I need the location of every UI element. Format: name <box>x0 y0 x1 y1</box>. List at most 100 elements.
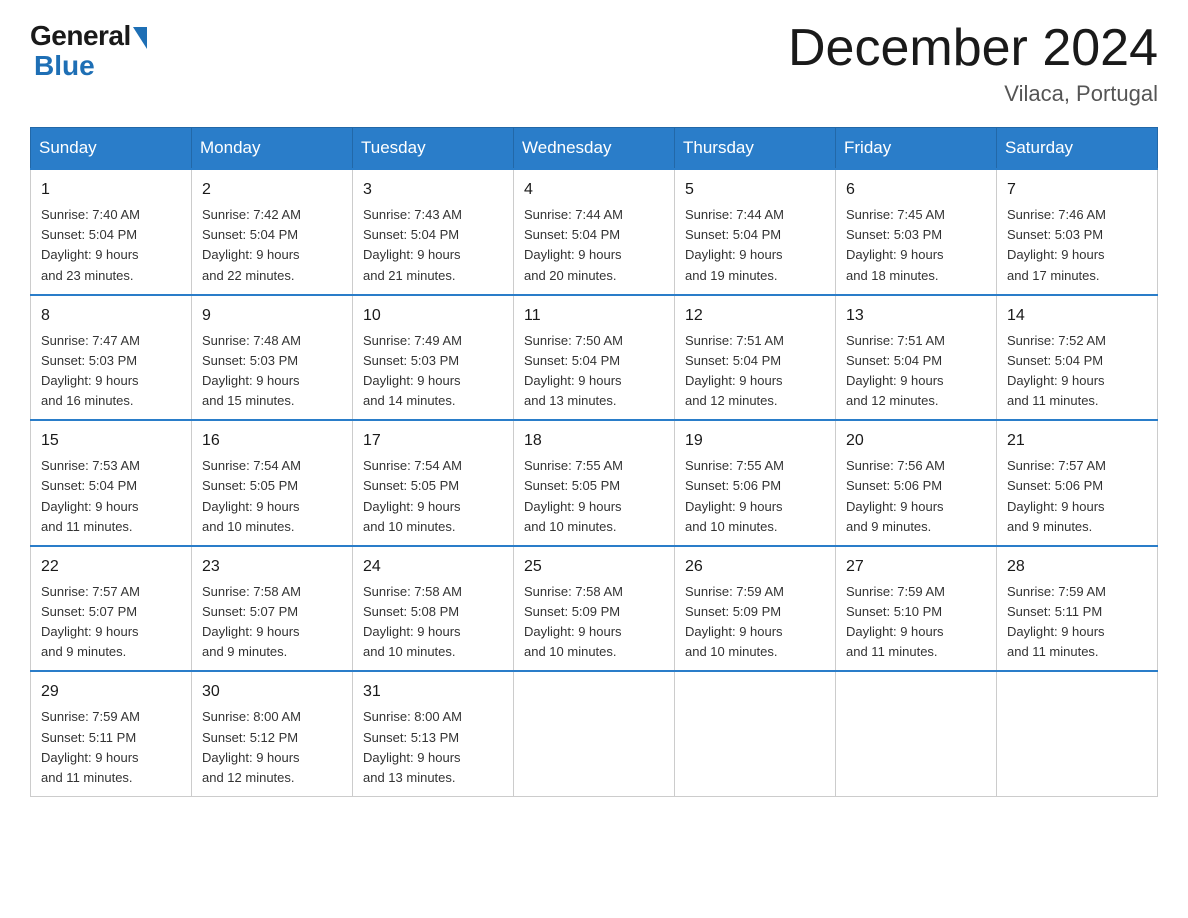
logo-triangle-icon <box>133 27 147 49</box>
day-number: 17 <box>363 429 503 453</box>
calendar-cell: 26 Sunrise: 7:59 AMSunset: 5:09 PMDayligh… <box>675 546 836 672</box>
day-number: 20 <box>846 429 986 453</box>
day-number: 22 <box>41 555 181 579</box>
day-number: 10 <box>363 304 503 328</box>
calendar-cell <box>997 671 1158 796</box>
calendar-cell: 19 Sunrise: 7:55 AMSunset: 5:06 PMDayligh… <box>675 420 836 546</box>
day-number: 25 <box>524 555 664 579</box>
calendar-cell: 3 Sunrise: 7:43 AMSunset: 5:04 PMDaylight… <box>353 169 514 295</box>
month-title: December 2024 <box>788 20 1158 77</box>
logo: General Blue <box>30 20 147 82</box>
calendar-cell: 28 Sunrise: 7:59 AMSunset: 5:11 PMDayligh… <box>997 546 1158 672</box>
header-sunday: Sunday <box>31 128 192 170</box>
day-info: Sunrise: 7:59 AMSunset: 5:11 PMDaylight:… <box>41 707 181 788</box>
day-number: 18 <box>524 429 664 453</box>
day-number: 3 <box>363 178 503 202</box>
day-info: Sunrise: 7:44 AMSunset: 5:04 PMDaylight:… <box>685 205 825 286</box>
calendar-cell: 24Sunrise: 7:58 AMSunset: 5:08 PMDayligh… <box>353 546 514 672</box>
day-number: 9 <box>202 304 342 328</box>
day-info: Sunrise: 7:50 AMSunset: 5:04 PMDaylight:… <box>524 331 664 412</box>
calendar-cell: 6Sunrise: 7:45 AMSunset: 5:03 PMDaylight… <box>836 169 997 295</box>
logo-blue-text: Blue <box>30 50 95 82</box>
day-number: 1 <box>41 178 181 202</box>
calendar-cell <box>675 671 836 796</box>
day-info: Sunrise: 7:59 AMSunset: 5:09 PMDaylight:… <box>685 582 825 663</box>
day-info: Sunrise: 7:59 AMSunset: 5:11 PMDaylight:… <box>1007 582 1147 663</box>
day-info: Sunrise: 7:59 AMSunset: 5:10 PMDaylight:… <box>846 582 986 663</box>
day-number: 16 <box>202 429 342 453</box>
calendar-cell: 13Sunrise: 7:51 AMSunset: 5:04 PMDayligh… <box>836 295 997 421</box>
day-number: 6 <box>846 178 986 202</box>
calendar-week-3: 15 Sunrise: 7:53 AMSunset: 5:04 PMDayligh… <box>31 420 1158 546</box>
calendar-cell: 20Sunrise: 7:56 AMSunset: 5:06 PMDayligh… <box>836 420 997 546</box>
day-info: Sunrise: 7:55 AMSunset: 5:05 PMDaylight:… <box>524 456 664 537</box>
day-number: 12 <box>685 304 825 328</box>
day-number: 30 <box>202 680 342 704</box>
calendar-cell: 8 Sunrise: 7:47 AMSunset: 5:03 PMDaylight… <box>31 295 192 421</box>
day-info: Sunrise: 8:00 AMSunset: 5:12 PMDaylight:… <box>202 707 342 788</box>
day-number: 19 <box>685 429 825 453</box>
day-number: 7 <box>1007 178 1147 202</box>
calendar-cell: 11 Sunrise: 7:50 AMSunset: 5:04 PMDayligh… <box>514 295 675 421</box>
header-tuesday: Tuesday <box>353 128 514 170</box>
calendar-cell: 14Sunrise: 7:52 AMSunset: 5:04 PMDayligh… <box>997 295 1158 421</box>
calendar-week-4: 22 Sunrise: 7:57 AMSunset: 5:07 PMDayligh… <box>31 546 1158 672</box>
day-number: 8 <box>41 304 181 328</box>
header-thursday: Thursday <box>675 128 836 170</box>
day-info: Sunrise: 7:58 AMSunset: 5:07 PMDaylight:… <box>202 582 342 663</box>
day-number: 14 <box>1007 304 1147 328</box>
day-info: Sunrise: 7:54 AMSunset: 5:05 PMDaylight:… <box>202 456 342 537</box>
day-number: 5 <box>685 178 825 202</box>
day-info: Sunrise: 7:49 AMSunset: 5:03 PMDaylight:… <box>363 331 503 412</box>
calendar-cell: 2Sunrise: 7:42 AMSunset: 5:04 PMDaylight… <box>192 169 353 295</box>
day-number: 26 <box>685 555 825 579</box>
day-info: Sunrise: 7:57 AMSunset: 5:06 PMDaylight:… <box>1007 456 1147 537</box>
calendar-cell: 1Sunrise: 7:40 AMSunset: 5:04 PMDaylight… <box>31 169 192 295</box>
day-number: 2 <box>202 178 342 202</box>
page-header: General Blue December 2024 Vilaca, Portu… <box>30 20 1158 107</box>
day-number: 23 <box>202 555 342 579</box>
calendar-cell: 31Sunrise: 8:00 AMSunset: 5:13 PMDayligh… <box>353 671 514 796</box>
day-info: Sunrise: 8:00 AMSunset: 5:13 PMDaylight:… <box>363 707 503 788</box>
day-info: Sunrise: 7:44 AMSunset: 5:04 PMDaylight:… <box>524 205 664 286</box>
day-number: 15 <box>41 429 181 453</box>
header-saturday: Saturday <box>997 128 1158 170</box>
location: Vilaca, Portugal <box>788 81 1158 107</box>
calendar-week-2: 8 Sunrise: 7:47 AMSunset: 5:03 PMDaylight… <box>31 295 1158 421</box>
calendar-cell <box>836 671 997 796</box>
header-monday: Monday <box>192 128 353 170</box>
calendar-cell: 5 Sunrise: 7:44 AMSunset: 5:04 PMDaylight… <box>675 169 836 295</box>
calendar-cell: 16 Sunrise: 7:54 AMSunset: 5:05 PMDayligh… <box>192 420 353 546</box>
day-info: Sunrise: 7:58 AMSunset: 5:09 PMDaylight:… <box>524 582 664 663</box>
calendar-cell <box>514 671 675 796</box>
day-info: Sunrise: 7:54 AMSunset: 5:05 PMDaylight:… <box>363 456 503 537</box>
day-number: 28 <box>1007 555 1147 579</box>
day-info: Sunrise: 7:55 AMSunset: 5:06 PMDaylight:… <box>685 456 825 537</box>
day-info: Sunrise: 7:48 AMSunset: 5:03 PMDaylight:… <box>202 331 342 412</box>
day-info: Sunrise: 7:46 AMSunset: 5:03 PMDaylight:… <box>1007 205 1147 286</box>
calendar-table: SundayMondayTuesdayWednesdayThursdayFrid… <box>30 127 1158 797</box>
calendar-cell: 21 Sunrise: 7:57 AMSunset: 5:06 PMDayligh… <box>997 420 1158 546</box>
calendar-header-row: SundayMondayTuesdayWednesdayThursdayFrid… <box>31 128 1158 170</box>
day-info: Sunrise: 7:57 AMSunset: 5:07 PMDaylight:… <box>41 582 181 663</box>
logo-general-text: General <box>30 20 131 52</box>
day-number: 29 <box>41 680 181 704</box>
calendar-cell: 17 Sunrise: 7:54 AMSunset: 5:05 PMDayligh… <box>353 420 514 546</box>
calendar-cell: 23 Sunrise: 7:58 AMSunset: 5:07 PMDayligh… <box>192 546 353 672</box>
calendar-cell: 29 Sunrise: 7:59 AMSunset: 5:11 PMDayligh… <box>31 671 192 796</box>
calendar-cell: 4Sunrise: 7:44 AMSunset: 5:04 PMDaylight… <box>514 169 675 295</box>
title-section: December 2024 Vilaca, Portugal <box>788 20 1158 107</box>
day-info: Sunrise: 7:43 AMSunset: 5:04 PMDaylight:… <box>363 205 503 286</box>
day-info: Sunrise: 7:53 AMSunset: 5:04 PMDaylight:… <box>41 456 181 537</box>
day-info: Sunrise: 7:51 AMSunset: 5:04 PMDaylight:… <box>685 331 825 412</box>
day-number: 13 <box>846 304 986 328</box>
day-info: Sunrise: 7:47 AMSunset: 5:03 PMDaylight:… <box>41 331 181 412</box>
calendar-cell: 22 Sunrise: 7:57 AMSunset: 5:07 PMDayligh… <box>31 546 192 672</box>
calendar-cell: 9 Sunrise: 7:48 AMSunset: 5:03 PMDaylight… <box>192 295 353 421</box>
day-number: 27 <box>846 555 986 579</box>
day-number: 11 <box>524 304 664 328</box>
calendar-cell: 7 Sunrise: 7:46 AMSunset: 5:03 PMDaylight… <box>997 169 1158 295</box>
calendar-week-1: 1Sunrise: 7:40 AMSunset: 5:04 PMDaylight… <box>31 169 1158 295</box>
day-number: 21 <box>1007 429 1147 453</box>
calendar-cell: 25 Sunrise: 7:58 AMSunset: 5:09 PMDayligh… <box>514 546 675 672</box>
